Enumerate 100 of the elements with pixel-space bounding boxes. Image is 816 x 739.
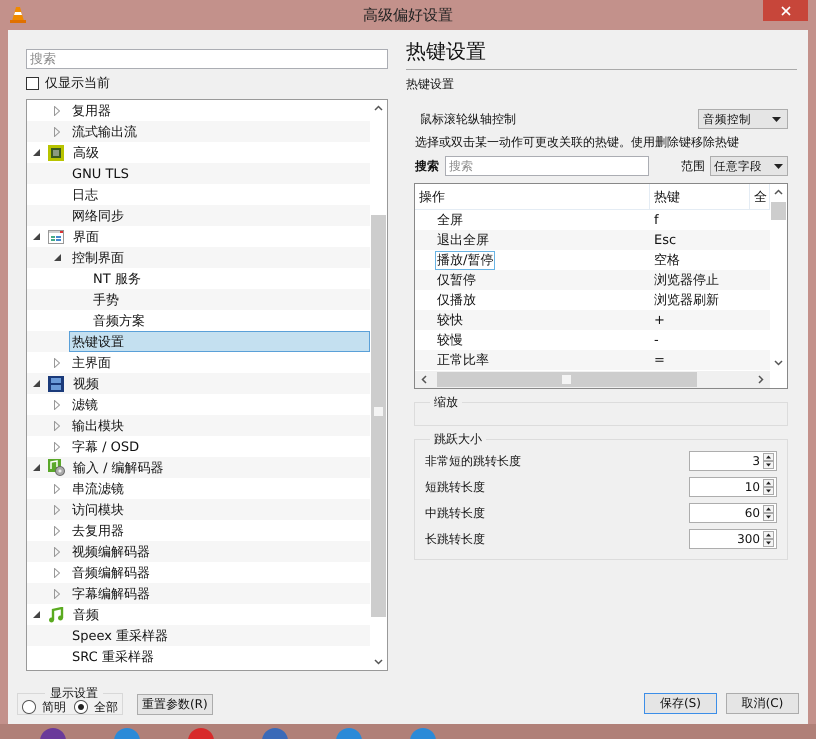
table-cell: - — [654, 332, 659, 348]
close-icon — [780, 6, 790, 16]
column-header[interactable]: 热键 — [650, 184, 750, 209]
number-spinbox[interactable]: 60 — [689, 503, 777, 523]
spin-up-icon[interactable] — [763, 479, 774, 487]
radio-button[interactable] — [22, 700, 36, 714]
tree-item[interactable]: 复用器 — [69, 100, 370, 121]
spin-down-icon[interactable] — [763, 487, 774, 495]
hint-text: 选择或双击某一动作可更改关联的热键。使用删除键移除热键 — [415, 134, 740, 151]
scroll-down-icon[interactable] — [374, 659, 383, 665]
tree-item[interactable]: 主界面 — [69, 352, 370, 373]
radio-button[interactable] — [74, 700, 88, 714]
table-cell[interactable]: 较快 — [435, 310, 465, 330]
table-cell[interactable]: 较慢 — [435, 330, 465, 350]
scroll-right-icon[interactable] — [758, 375, 764, 384]
tree-item[interactable]: 日志 — [69, 184, 370, 205]
collapsed-arrow-icon[interactable] — [54, 526, 60, 536]
section-title: 热键设置 — [406, 76, 455, 93]
column-header[interactable]: 全 — [750, 184, 770, 209]
film-strip-icon — [48, 376, 64, 392]
checkbox[interactable] — [26, 76, 39, 90]
collapsed-arrow-icon[interactable] — [54, 400, 60, 410]
table-cell: Esc — [654, 232, 676, 248]
scroll-left-icon[interactable] — [421, 375, 427, 384]
spin-down-icon[interactable] — [763, 461, 774, 469]
dropdown-arrow-icon — [772, 116, 781, 122]
scroll-thumb[interactable] — [371, 215, 386, 617]
number-spinbox[interactable]: 3 — [689, 451, 777, 471]
scroll-thumb[interactable] — [771, 202, 786, 220]
dropdown-arrow-icon — [774, 164, 783, 168]
field-label: 长跳转长度 — [425, 530, 485, 548]
table-cell[interactable]: 播放/暂停 — [435, 250, 496, 270]
spin-up-icon[interactable] — [763, 531, 774, 539]
chip-icon — [48, 144, 64, 160]
dropdown[interactable]: 任意字段 — [710, 156, 788, 176]
tree-item[interactable]: 音频编解码器 — [69, 562, 370, 583]
reset-button[interactable]: 重置参数(R) — [137, 694, 213, 715]
tree-item[interactable]: 音频方案 — [90, 310, 370, 331]
collapsed-arrow-icon[interactable] — [54, 420, 60, 430]
group-title: 缩放 — [433, 394, 459, 411]
tree-item[interactable]: 热键设置 — [69, 331, 370, 352]
tree-item[interactable]: 界面 — [70, 226, 370, 247]
collapsed-arrow-icon[interactable] — [54, 588, 60, 598]
dropdown[interactable]: 音频控制 — [698, 109, 788, 129]
scroll-down-icon[interactable] — [774, 360, 783, 366]
tree-item[interactable]: 滤镜 — [69, 394, 370, 415]
table-cell[interactable]: 仅播放 — [435, 290, 478, 310]
radio-label: 简明 — [42, 698, 66, 716]
collapsed-arrow-icon[interactable] — [54, 126, 60, 136]
collapsed-arrow-icon[interactable] — [54, 504, 60, 514]
expanded-arrow-icon[interactable] — [33, 149, 40, 156]
table-cell: = — [654, 352, 665, 368]
close-button[interactable] — [763, 0, 808, 21]
expanded-arrow-icon[interactable] — [33, 233, 40, 240]
tree-item[interactable]: 去复用器 — [69, 520, 370, 541]
scroll-up-icon[interactable] — [774, 189, 783, 195]
expanded-arrow-icon[interactable] — [33, 464, 40, 471]
table-cell[interactable]: 正常比率 — [435, 350, 491, 370]
field-label: 非常短的跳转长度 — [425, 452, 521, 470]
search-field[interactable]: 搜索 — [445, 156, 649, 176]
tree-item[interactable]: SRC 重采样器 — [69, 646, 370, 667]
collapsed-arrow-icon[interactable] — [54, 358, 60, 368]
spin-down-icon[interactable] — [763, 539, 774, 547]
table-cell[interactable]: 全屏 — [435, 210, 465, 230]
column-header[interactable]: 操作 — [415, 184, 650, 209]
tree-item[interactable]: 串流滤镜 — [69, 478, 370, 499]
table-cell: + — [654, 312, 665, 328]
tree-item[interactable]: 音频 — [70, 604, 370, 625]
field-label: 中跳转长度 — [425, 504, 485, 522]
tree-item[interactable]: NT 服务 — [90, 268, 370, 289]
collapsed-arrow-icon[interactable] — [54, 484, 60, 494]
search-field[interactable]: 搜索 — [26, 49, 388, 69]
group-title: 显示设置 — [49, 685, 99, 701]
number-spinbox[interactable]: 10 — [689, 477, 777, 497]
group-title: 跳跃大小 — [433, 431, 483, 448]
number-spinbox[interactable]: 300 — [689, 529, 777, 549]
table-cell[interactable]: 退出全屏 — [435, 230, 491, 250]
scroll-up-icon[interactable] — [374, 105, 383, 111]
scroll-thumb[interactable] — [437, 372, 697, 387]
collapsed-arrow-icon[interactable] — [54, 546, 60, 556]
tree-item[interactable]: 高级 — [70, 142, 370, 163]
table-cell[interactable]: 仅暂停 — [435, 270, 478, 290]
table-cell-text: 浏览器停止 — [654, 272, 719, 289]
spin-down-icon[interactable] — [763, 513, 774, 521]
spin-up-icon[interactable] — [763, 453, 774, 461]
collapsed-arrow-icon[interactable] — [54, 106, 60, 116]
collapsed-arrow-icon[interactable] — [54, 442, 60, 452]
collapsed-arrow-icon[interactable] — [54, 568, 60, 578]
spin-up-icon[interactable] — [763, 505, 774, 513]
expanded-arrow-icon[interactable] — [54, 254, 61, 261]
dialog-button[interactable]: 保存(S) — [644, 693, 717, 714]
music-note-icon — [48, 606, 64, 622]
field-label: 鼠标滚轮纵轴控制 — [420, 110, 516, 128]
tree-item[interactable]: 字幕 / OSD — [69, 436, 370, 457]
scrollbar[interactable] — [415, 371, 770, 388]
page-title: 热键设置 — [406, 38, 797, 70]
field-label: 短跳转长度 — [425, 478, 485, 496]
expanded-arrow-icon[interactable] — [33, 380, 40, 387]
dialog-button[interactable]: 取消(C) — [726, 693, 799, 714]
expanded-arrow-icon[interactable] — [33, 611, 40, 618]
